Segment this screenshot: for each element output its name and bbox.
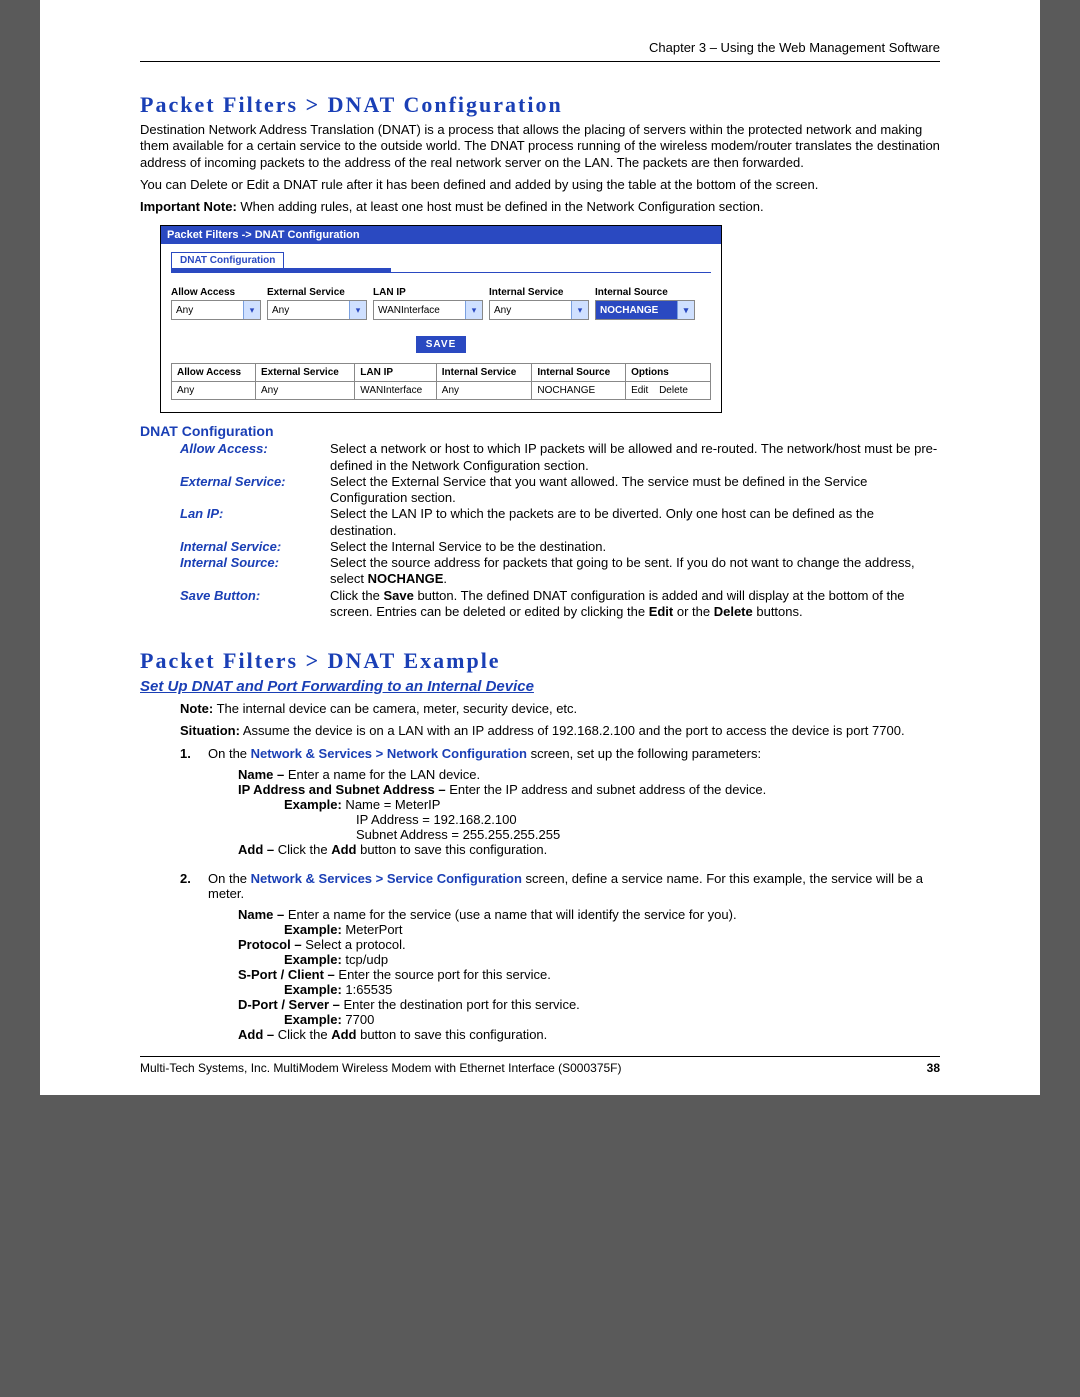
chevron-down-icon: ▾ (243, 301, 260, 319)
tab-dnat-configuration[interactable]: DNAT Configuration (171, 252, 284, 269)
def-body-allow-access: Select a network or host to which IP pac… (330, 441, 940, 474)
th-options: Options (626, 364, 711, 382)
chevron-down-icon: ▾ (465, 301, 482, 319)
important-note-label: Important Note: (140, 199, 237, 214)
th-allow-access: Allow Access (172, 364, 256, 382)
footer-rule (140, 1056, 940, 1057)
nav-link-service-config: Network & Services > Service Configurati… (251, 871, 522, 886)
page-footer: Multi-Tech Systems, Inc. MultiModem Wire… (140, 1061, 940, 1075)
header-rule (140, 61, 940, 62)
th-external-service: External Service (255, 364, 354, 382)
select-external-service[interactable]: Any▾ (267, 300, 367, 320)
def-body-lan-ip: Select the LAN IP to which the packets a… (330, 506, 940, 539)
intro-para-2: You can Delete or Edit a DNAT rule after… (140, 177, 940, 193)
step-2: On the Network & Services > Service Conf… (180, 871, 940, 1042)
def-term-external-service: External Service: (180, 474, 330, 507)
page-number: 38 (927, 1061, 940, 1075)
def-body-internal-source: Select the source address for packets th… (330, 555, 940, 588)
dnat-config-subhead: DNAT Configuration (140, 423, 940, 439)
th-lan-ip: LAN IP (355, 364, 436, 382)
def-term-save-button: Save Button: (180, 588, 330, 621)
chevron-down-icon: ▾ (349, 301, 366, 319)
step-1: On the Network & Services > Network Conf… (180, 746, 940, 857)
label-internal-source: Internal Source (595, 287, 695, 298)
edit-link[interactable]: Edit (631, 385, 648, 396)
example-subtitle: Set Up DNAT and Port Forwarding to an In… (140, 678, 940, 695)
save-button[interactable]: SAVE (416, 336, 467, 353)
th-internal-source: Internal Source (532, 364, 626, 382)
panel-titlebar: Packet Filters -> DNAT Configuration (161, 226, 721, 244)
def-body-internal-service: Select the Internal Service to be the de… (330, 539, 940, 555)
important-note: Important Note: When adding rules, at le… (140, 199, 940, 215)
section-title-dnat-config: Packet Filters > DNAT Configuration (140, 92, 940, 118)
def-term-lan-ip: Lan IP: (180, 506, 330, 539)
def-term-allow-access: Allow Access: (180, 441, 330, 474)
select-lan-ip[interactable]: WANInterface▾ (373, 300, 483, 320)
def-term-internal-source: Internal Source: (180, 555, 330, 588)
page-header: Chapter 3 – Using the Web Management Sof… (140, 40, 940, 55)
example-note: Note: The internal device can be camera,… (180, 701, 940, 717)
label-internal-service: Internal Service (489, 287, 589, 298)
th-internal-service: Internal Service (436, 364, 532, 382)
label-lan-ip: LAN IP (373, 287, 483, 298)
select-allow-access[interactable]: Any▾ (171, 300, 261, 320)
table-row: Any Any WANInterface Any NOCHANGE Edit D… (172, 382, 711, 400)
chevron-down-icon: ▾ (677, 301, 694, 319)
dnat-config-panel: Packet Filters -> DNAT Configuration DNA… (160, 225, 722, 413)
select-internal-source[interactable]: NOCHANGE▾ (595, 300, 695, 320)
select-internal-service[interactable]: Any▾ (489, 300, 589, 320)
def-body-external-service: Select the External Service that you wan… (330, 474, 940, 507)
example-situation: Situation: Assume the device is on a LAN… (180, 723, 940, 739)
def-term-internal-service: Internal Service: (180, 539, 330, 555)
footer-text: Multi-Tech Systems, Inc. MultiModem Wire… (140, 1061, 622, 1075)
delete-link[interactable]: Delete (659, 385, 688, 396)
label-external-service: External Service (267, 287, 367, 298)
dnat-rules-table: Allow Access External Service LAN IP Int… (171, 363, 711, 400)
label-allow-access: Allow Access (171, 287, 261, 298)
chevron-down-icon: ▾ (571, 301, 588, 319)
def-body-save-button: Click the Save button. The defined DNAT … (330, 588, 940, 621)
intro-para-1: Destination Network Address Translation … (140, 122, 940, 171)
section-title-dnat-example: Packet Filters > DNAT Example (140, 648, 940, 674)
nav-link-network-config: Network & Services > Network Configurati… (251, 746, 527, 761)
dnat-form-row: Allow Access Any▾ External Service Any▾ … (171, 287, 711, 320)
